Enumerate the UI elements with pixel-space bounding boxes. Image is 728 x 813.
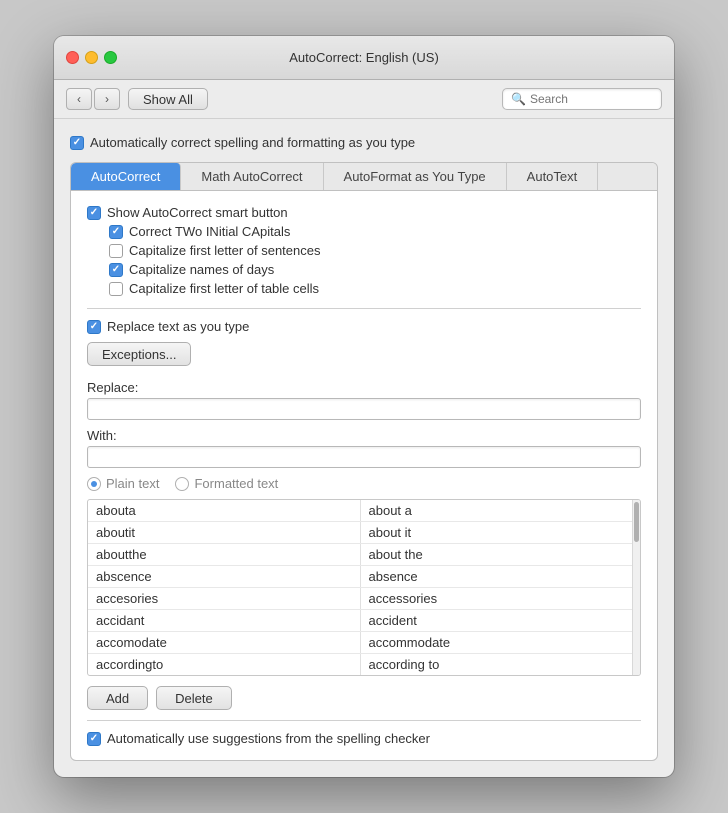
bottom-checkbox-label: Automatically use suggestions from the s… [107, 731, 430, 746]
search-icon: 🔍 [511, 92, 526, 106]
main-checkbox[interactable] [70, 136, 84, 150]
table-cell-replace: abouta [88, 500, 361, 521]
radio-formatted-label: Formatted text [194, 476, 278, 491]
table-row[interactable]: accomodate accommodate [88, 632, 632, 654]
replace-checkbox-label: Replace text as you type [107, 319, 249, 334]
divider-2 [87, 720, 641, 721]
divider-1 [87, 308, 641, 309]
scrollbar-thumb [634, 502, 639, 542]
tab-content: Show AutoCorrect smart button Correct TW… [71, 191, 657, 760]
nav-buttons: ‹ › [66, 88, 120, 110]
tab-autoformat[interactable]: AutoFormat as You Type [324, 163, 507, 190]
option-label-2: Capitalize first letter of sentences [129, 243, 320, 258]
table-cell-replace: abscence [88, 566, 361, 587]
with-input[interactable] [87, 446, 641, 468]
table-cell-with: about it [361, 522, 633, 543]
autocorrect-table: abouta about a aboutit about it aboutthe… [88, 500, 632, 675]
main-checkbox-row: Automatically correct spelling and forma… [70, 135, 658, 150]
show-all-button[interactable]: Show All [128, 88, 208, 110]
option-row-0: Show AutoCorrect smart button [87, 205, 641, 220]
radio-formatted-circle [175, 477, 189, 491]
option-label-4: Capitalize first letter of table cells [129, 281, 319, 296]
tabs-bar: AutoCorrect Math AutoCorrect AutoFormat … [71, 163, 657, 191]
traffic-lights [66, 51, 117, 64]
table-cell-with: about the [361, 544, 633, 565]
replace-label: Replace: [87, 380, 641, 395]
window-title: AutoCorrect: English (US) [289, 50, 439, 65]
option-row-2: Capitalize first letter of sentences [109, 243, 641, 258]
autocorrect-options: Show AutoCorrect smart button Correct TW… [87, 205, 641, 296]
table-row[interactable]: accidant accident [88, 610, 632, 632]
table-row[interactable]: abouta about a [88, 500, 632, 522]
option-checkbox-2[interactable] [109, 244, 123, 258]
table-cell-replace: aboutit [88, 522, 361, 543]
table-cell-replace: accomodate [88, 632, 361, 653]
forward-button[interactable]: › [94, 88, 120, 110]
option-row-4: Capitalize first letter of table cells [109, 281, 641, 296]
table-cell-with: absence [361, 566, 633, 587]
radio-formatted-text[interactable]: Formatted text [175, 476, 278, 491]
radio-plain-circle [87, 477, 101, 491]
with-label: With: [87, 428, 641, 443]
table-row[interactable]: accesories accessories [88, 588, 632, 610]
option-row-3: Capitalize names of days [109, 262, 641, 277]
table-cell-with: according to [361, 654, 633, 675]
replace-section: Replace: With: Plain text Formatted text [87, 380, 641, 710]
replace-input[interactable] [87, 398, 641, 420]
main-window: AutoCorrect: English (US) ‹ › Show All 🔍… [54, 36, 674, 777]
tab-math-autocorrect[interactable]: Math AutoCorrect [181, 163, 323, 190]
back-button[interactable]: ‹ [66, 88, 92, 110]
minimize-button[interactable] [85, 51, 98, 64]
table-scrollbar[interactable] [632, 500, 640, 675]
bottom-checkbox[interactable] [87, 732, 101, 746]
option-label-0: Show AutoCorrect smart button [107, 205, 288, 220]
radio-row: Plain text Formatted text [87, 476, 641, 491]
table-row[interactable]: aboutit about it [88, 522, 632, 544]
table-row[interactable]: accordingto according to [88, 654, 632, 675]
table-cell-replace: accidant [88, 610, 361, 631]
add-button[interactable]: Add [87, 686, 148, 710]
toolbar: ‹ › Show All 🔍 [54, 80, 674, 119]
option-checkbox-1[interactable] [109, 225, 123, 239]
button-row: Add Delete [87, 686, 641, 710]
table-cell-with: about a [361, 500, 633, 521]
bottom-checkbox-row: Automatically use suggestions from the s… [87, 731, 641, 746]
option-checkbox-0[interactable] [87, 206, 101, 220]
content-area: Automatically correct spelling and forma… [54, 119, 674, 777]
table-cell-with: accessories [361, 588, 633, 609]
delete-button[interactable]: Delete [156, 686, 232, 710]
table-cell-replace: accordingto [88, 654, 361, 675]
table-cell-replace: accesories [88, 588, 361, 609]
radio-plain-text[interactable]: Plain text [87, 476, 159, 491]
tab-autocorrect[interactable]: AutoCorrect [71, 163, 181, 190]
table-cell-with: accident [361, 610, 633, 631]
table-cell-replace: aboutthe [88, 544, 361, 565]
exceptions-button[interactable]: Exceptions... [87, 342, 191, 366]
main-checkbox-label: Automatically correct spelling and forma… [90, 135, 415, 150]
table-row[interactable]: abscence absence [88, 566, 632, 588]
close-button[interactable] [66, 51, 79, 64]
replace-checkbox[interactable] [87, 320, 101, 334]
maximize-button[interactable] [104, 51, 117, 64]
tabs-container: AutoCorrect Math AutoCorrect AutoFormat … [70, 162, 658, 761]
tab-autotext[interactable]: AutoText [507, 163, 599, 190]
search-box: 🔍 [502, 88, 662, 110]
option-label-1: Correct TWo INitial CApitals [129, 224, 290, 239]
replace-checkbox-row: Replace text as you type [87, 319, 641, 334]
table-row[interactable]: aboutthe about the [88, 544, 632, 566]
table-cell-with: accommodate [361, 632, 633, 653]
search-input[interactable] [530, 92, 653, 106]
option-checkbox-3[interactable] [109, 263, 123, 277]
radio-plain-label: Plain text [106, 476, 159, 491]
option-label-3: Capitalize names of days [129, 262, 274, 277]
option-checkbox-4[interactable] [109, 282, 123, 296]
title-bar: AutoCorrect: English (US) [54, 36, 674, 80]
autocorrect-table-wrapper: abouta about a aboutit about it aboutthe… [87, 499, 641, 676]
option-row-1: Correct TWo INitial CApitals [109, 224, 641, 239]
